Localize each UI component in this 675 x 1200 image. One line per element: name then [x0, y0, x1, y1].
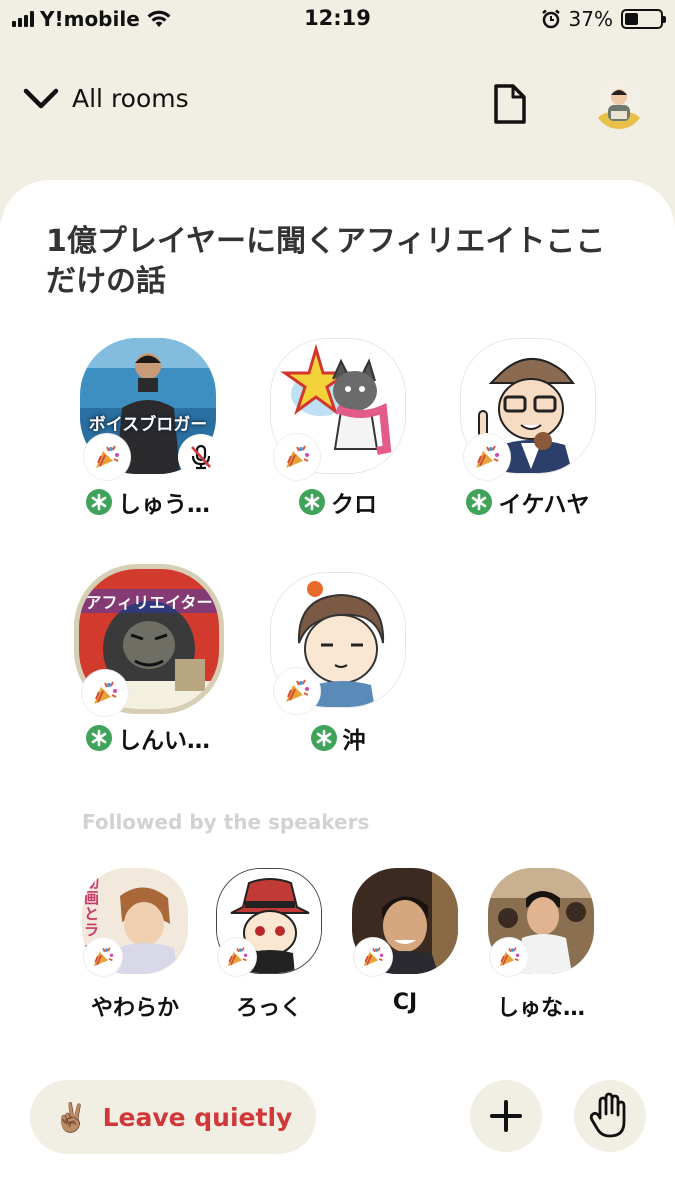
- party-popper-icon: [84, 434, 130, 480]
- all-rooms-button[interactable]: All rooms: [22, 84, 189, 113]
- leave-quietly-button[interactable]: ✌🏽 Leave quietly: [30, 1080, 316, 1154]
- party-popper-icon: [464, 434, 510, 480]
- all-rooms-label: All rooms: [72, 84, 189, 113]
- document-icon[interactable]: [492, 82, 528, 126]
- moderator-icon: [310, 725, 337, 751]
- speaker-name: しゅう…: [40, 485, 256, 519]
- followed-by-speakers-label: Followed by the speakers: [82, 810, 370, 834]
- speaker-name: クロ: [230, 485, 446, 519]
- raise-hand-button[interactable]: [574, 1080, 646, 1152]
- moderator-icon: [299, 489, 325, 515]
- party-popper-icon: [218, 938, 256, 976]
- battery-percent: 37%: [568, 7, 613, 31]
- moderator-icon: [86, 489, 112, 515]
- room-card: 1億プレイヤーに聞くアフィリエイトここだけの話 ボイスブロガー しゅう… クロ …: [0, 180, 675, 1200]
- party-popper-icon: [274, 434, 320, 480]
- leave-quietly-label: Leave quietly: [102, 1102, 293, 1132]
- listener-name: ろっく: [235, 996, 302, 1021]
- party-popper-icon: [274, 668, 320, 714]
- victory-hand-icon: ✌🏽: [53, 1100, 89, 1134]
- battery-icon: [621, 9, 666, 29]
- add-button[interactable]: [470, 1080, 542, 1152]
- party-popper-icon: [84, 938, 122, 976]
- speaker-name: イケハヤ: [420, 485, 636, 519]
- party-popper-icon: [490, 938, 528, 976]
- profile-avatar[interactable]: [594, 79, 644, 129]
- moderator-icon: [466, 489, 493, 515]
- muted-mic-icon: [178, 434, 224, 480]
- speaker-name: 沖: [230, 721, 446, 755]
- avatar-overlay-text: アフィリエイター: [79, 589, 219, 613]
- party-popper-icon: [354, 938, 392, 976]
- listener-name: しゅな…: [496, 996, 585, 1021]
- raised-hand-icon: [589, 1092, 626, 1138]
- status-bar: Y!mobile 12:19 37%: [0, 0, 675, 38]
- listener-name: やわらか: [90, 996, 179, 1021]
- speaker-name: しんい…: [40, 721, 256, 755]
- listener-name: CJ: [392, 990, 418, 1015]
- chevron-down-icon: [23, 88, 59, 108]
- alarm-icon: [541, 9, 560, 29]
- party-popper-icon: [82, 670, 128, 716]
- plus-icon: [490, 1100, 522, 1132]
- room-title: 1億プレイヤーに聞くアフィリエイトここだけの話: [46, 224, 606, 299]
- header: All rooms: [0, 70, 675, 140]
- moderator-icon: [86, 725, 112, 751]
- avatar-overlay-text: ボイスブロガー: [88, 415, 208, 435]
